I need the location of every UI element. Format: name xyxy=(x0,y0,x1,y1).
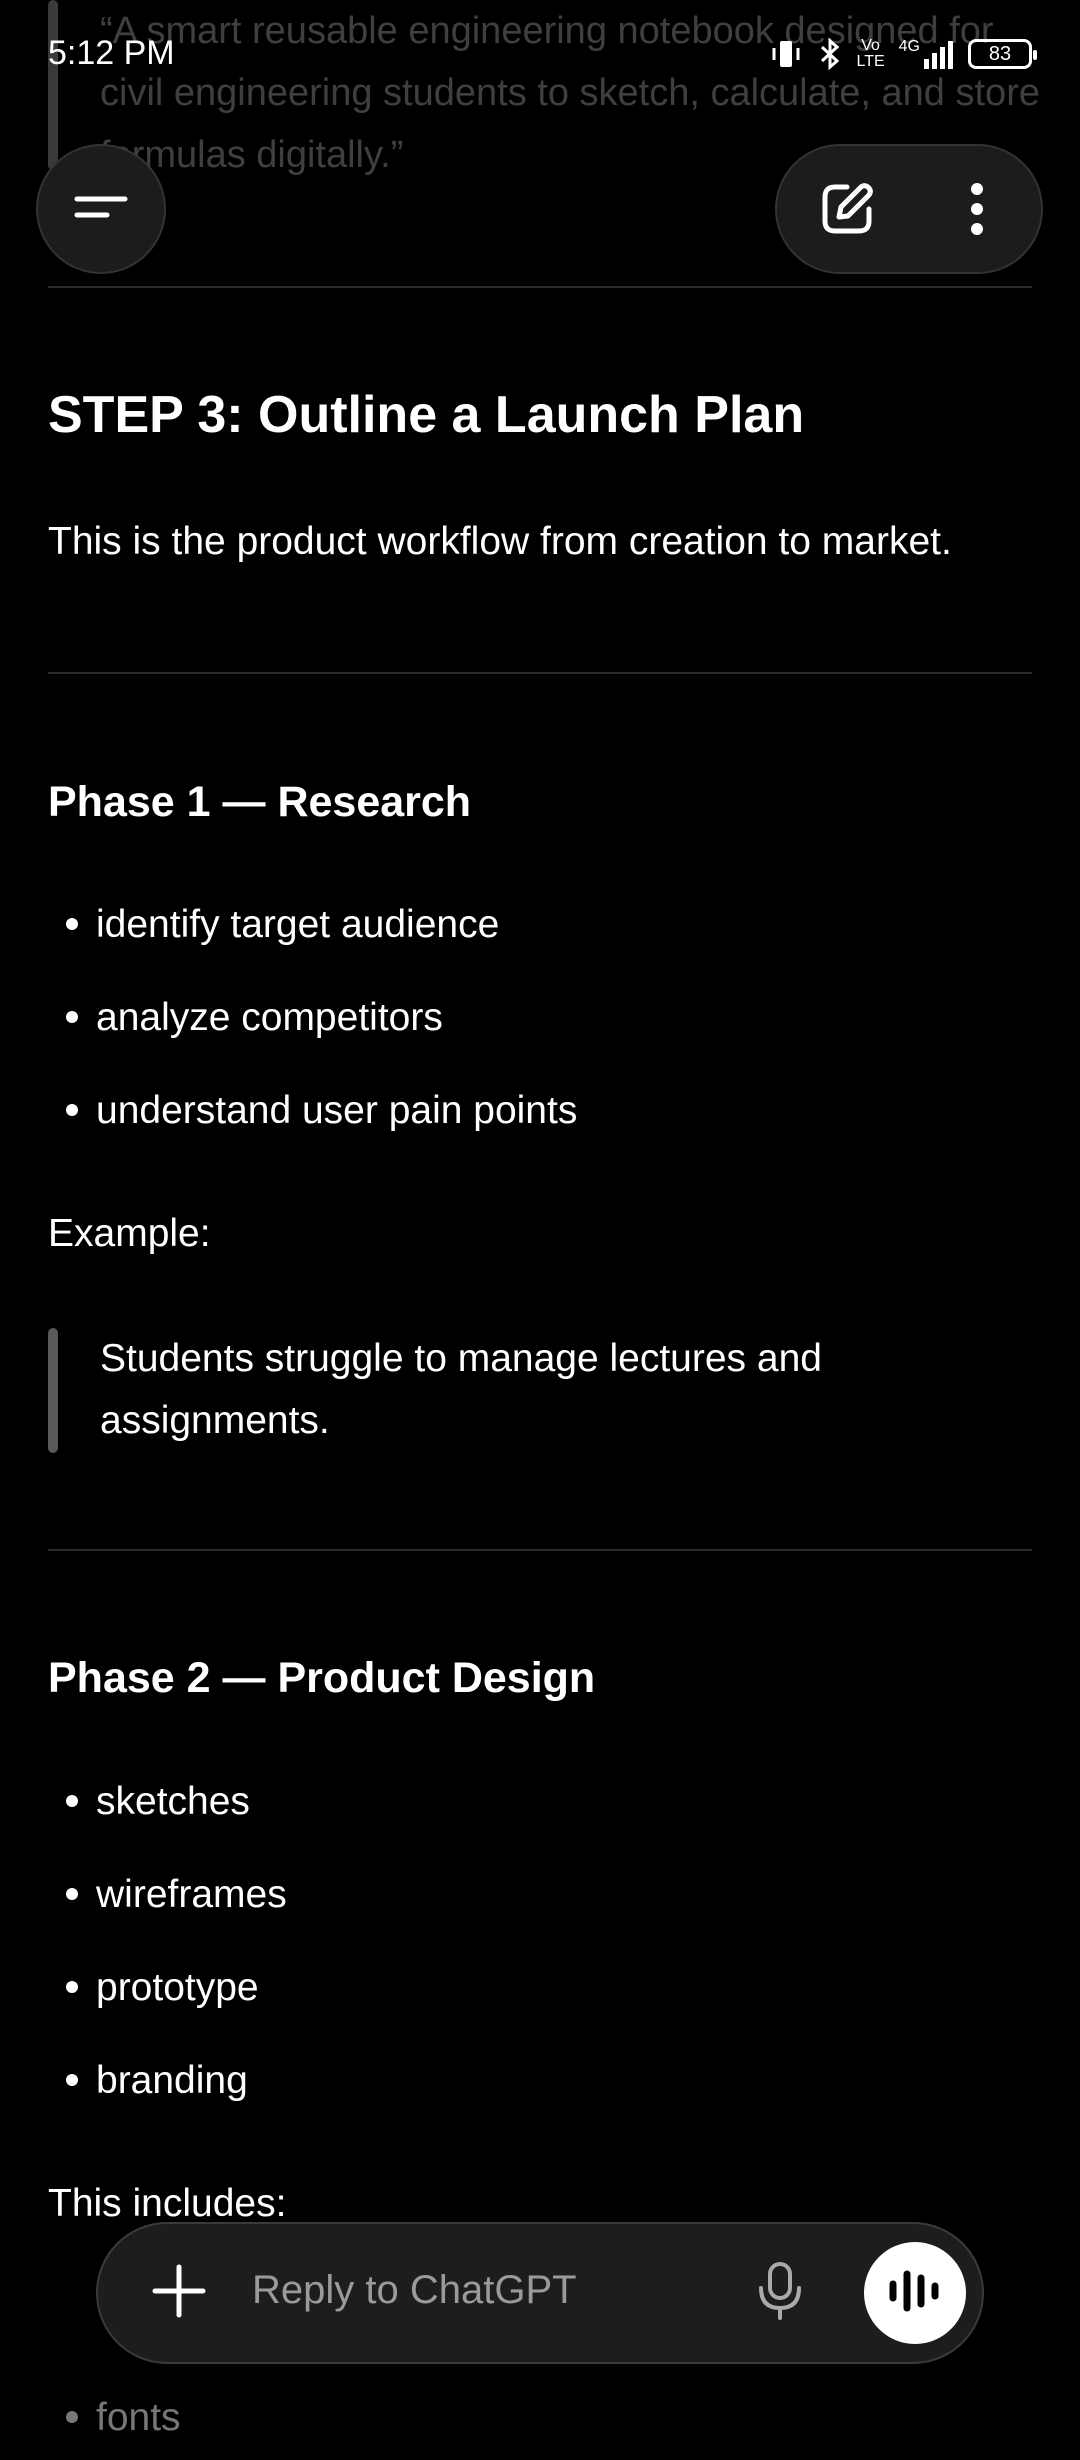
quote-bar xyxy=(48,1328,58,1453)
step-intro: This is the product workflow from creati… xyxy=(48,520,952,563)
phase1-title: Phase 1 — Research xyxy=(48,778,472,826)
list-item: branding xyxy=(66,2059,248,2103)
header-actions xyxy=(775,144,1043,274)
status-time: 5:12 PM xyxy=(48,34,175,72)
section-divider xyxy=(48,1549,1032,1551)
list-item: sketches xyxy=(66,1780,250,1824)
new-chat-icon xyxy=(817,179,877,244)
menu-button[interactable] xyxy=(36,144,166,274)
new-chat-button[interactable] xyxy=(807,171,887,251)
dictate-button[interactable] xyxy=(748,2260,812,2326)
attach-button[interactable] xyxy=(148,2262,210,2324)
signal-icon: 4G xyxy=(899,39,954,69)
status-icons: Vo LTE 4G 83 xyxy=(769,34,1037,74)
section-divider xyxy=(48,672,1032,674)
reply-input[interactable]: Reply to ChatGPT xyxy=(252,2268,577,2313)
list-item: wireframes xyxy=(66,1873,287,1917)
voice-mode-icon xyxy=(885,2266,945,2321)
list-item: fonts xyxy=(66,2396,181,2440)
includes-label: This includes: xyxy=(48,2182,287,2225)
volte-icon: Vo LTE xyxy=(856,37,885,70)
vibrate-icon xyxy=(769,37,803,71)
voice-mode-button[interactable] xyxy=(864,2242,966,2344)
list-item: understand user pain points xyxy=(66,1089,577,1133)
more-vertical-icon xyxy=(967,179,987,244)
section-divider xyxy=(48,286,1032,288)
microphone-icon xyxy=(756,2260,804,2327)
list-item: analyze competitors xyxy=(66,996,443,1040)
more-options-button[interactable] xyxy=(937,171,1017,251)
list-item: prototype xyxy=(66,1966,259,2010)
example-quote-text: Students struggle to manage lectures and… xyxy=(100,1337,822,1442)
phase2-title: Phase 2 — Product Design xyxy=(48,1654,596,1702)
plus-icon xyxy=(151,2263,207,2324)
list-item: identify target audience xyxy=(66,903,499,947)
menu-icon xyxy=(73,187,129,232)
battery-icon: 83 xyxy=(968,39,1037,69)
message-composer: Reply to ChatGPT xyxy=(96,2222,984,2364)
status-bar: 5:12 PM Vo LTE 4G 83 xyxy=(0,0,1080,110)
example-label: Example: xyxy=(48,1212,211,1255)
step-title: STEP 3: Outline a Launch Plan xyxy=(48,386,805,444)
bluetooth-icon xyxy=(817,37,843,71)
chat-screen: “A smart reusable engineering notebook d… xyxy=(0,0,1080,2460)
